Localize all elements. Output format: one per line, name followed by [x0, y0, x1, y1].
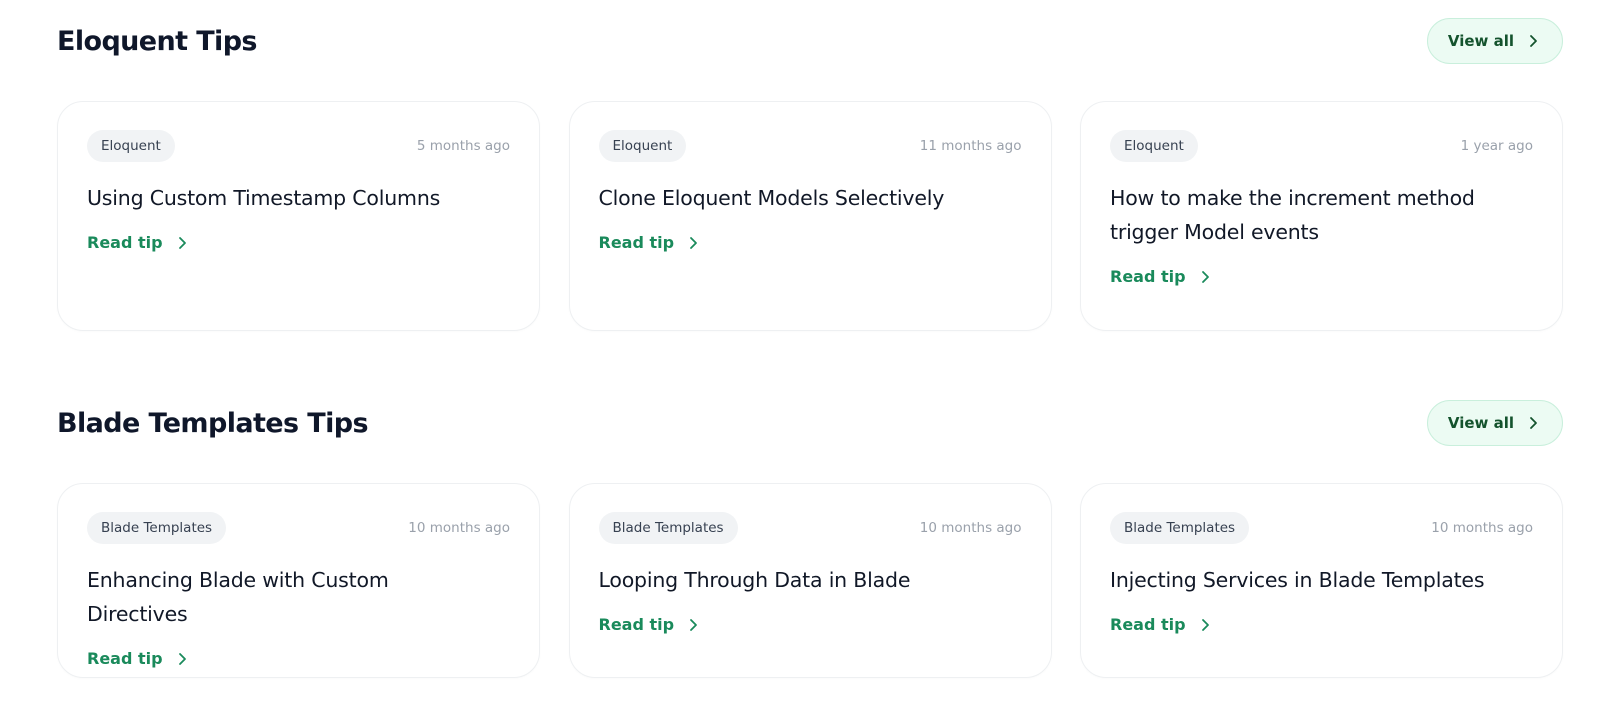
- tip-card[interactable]: Eloquent 1 year ago How to make the incr…: [1080, 101, 1563, 331]
- timestamp: 10 months ago: [408, 520, 510, 536]
- category-tag[interactable]: Blade Templates: [1110, 512, 1250, 544]
- read-tip-label: Read tip: [87, 649, 163, 668]
- read-tip-link[interactable]: Read tip: [599, 233, 701, 252]
- read-tip-link[interactable]: Read tip: [1110, 615, 1212, 634]
- category-tag[interactable]: Blade Templates: [598, 512, 738, 544]
- category-tag[interactable]: Eloquent: [598, 130, 687, 162]
- tip-title[interactable]: Looping Through Data in Blade: [599, 563, 1022, 597]
- chevron-right-icon: [1201, 618, 1209, 631]
- chevron-right-icon: [178, 652, 186, 665]
- section-header: Eloquent Tips View all: [57, 0, 1563, 82]
- tip-title[interactable]: Enhancing Blade with Custom Directives: [87, 563, 510, 631]
- view-all-button[interactable]: View all: [1426, 18, 1563, 64]
- tip-title[interactable]: Using Custom Timestamp Columns: [87, 181, 510, 215]
- view-all-button[interactable]: View all: [1426, 400, 1563, 446]
- chevron-right-icon: [690, 618, 697, 631]
- category-tag[interactable]: Eloquent: [1110, 130, 1198, 162]
- tip-card[interactable]: Blade Templates 10 months ago Looping Th…: [568, 483, 1052, 678]
- read-tip-link[interactable]: Read tip: [599, 615, 701, 634]
- section-title: Eloquent Tips: [57, 25, 258, 57]
- card-meta: Blade Templates 10 months ago: [1110, 512, 1533, 544]
- read-tip-link[interactable]: Read tip: [87, 233, 189, 252]
- category-tag[interactable]: Eloquent: [87, 130, 175, 162]
- read-tip-label: Read tip: [598, 233, 675, 252]
- timestamp: 10 months ago: [1431, 520, 1533, 536]
- chevron-right-icon: [178, 236, 186, 249]
- tip-title[interactable]: Injecting Services in Blade Templates: [1110, 563, 1533, 597]
- chevron-right-icon: [1530, 417, 1537, 429]
- timestamp: 10 months ago: [919, 520, 1022, 536]
- tip-card[interactable]: Blade Templates 10 months ago Enhancing …: [57, 483, 540, 678]
- timestamp: 1 year ago: [1460, 138, 1533, 154]
- read-tip-label: Read tip: [87, 233, 163, 252]
- chevron-right-icon: [1530, 35, 1537, 47]
- chevron-right-icon: [1201, 270, 1209, 283]
- eloquent-tips-section: Eloquent Tips View all Eloquent 5 months…: [57, 0, 1563, 331]
- tips-page: Eloquent Tips View all Eloquent 5 months…: [0, 0, 1600, 705]
- read-tip-label: Read tip: [1110, 615, 1186, 634]
- read-tip-label: Read tip: [598, 615, 675, 634]
- tip-card[interactable]: Eloquent 11 months ago Clone Eloquent Mo…: [568, 101, 1052, 331]
- view-all-label: View all: [1447, 414, 1514, 432]
- read-tip-link[interactable]: Read tip: [1110, 267, 1212, 286]
- card-meta: Eloquent 5 months ago: [87, 130, 510, 162]
- chevron-right-icon: [690, 236, 697, 249]
- tip-card[interactable]: Blade Templates 10 months ago Injecting …: [1080, 483, 1563, 678]
- card-meta: Blade Templates 10 months ago: [598, 512, 1022, 544]
- card-meta: Eloquent 11 months ago: [598, 130, 1022, 162]
- read-tip-link[interactable]: Read tip: [87, 649, 189, 668]
- card-meta: Eloquent 1 year ago: [1110, 130, 1533, 162]
- section-header: Blade Templates Tips View all: [57, 382, 1563, 464]
- tip-card[interactable]: Eloquent 5 months ago Using Custom Times…: [57, 101, 540, 331]
- card-meta: Blade Templates 10 months ago: [87, 512, 510, 544]
- timestamp: 5 months ago: [416, 138, 510, 154]
- tip-title[interactable]: How to make the increment method trigger…: [1110, 181, 1533, 249]
- blade-templates-tips-section: Blade Templates Tips View all Blade Temp…: [57, 382, 1563, 678]
- tip-cards: Eloquent 5 months ago Using Custom Times…: [57, 101, 1563, 331]
- category-tag[interactable]: Blade Templates: [87, 512, 227, 544]
- tip-title[interactable]: Clone Eloquent Models Selectively: [599, 181, 1022, 215]
- section-title: Blade Templates Tips: [57, 407, 369, 439]
- timestamp: 11 months ago: [919, 138, 1022, 154]
- view-all-label: View all: [1447, 32, 1514, 50]
- read-tip-label: Read tip: [1110, 267, 1186, 286]
- tip-cards: Blade Templates 10 months ago Enhancing …: [57, 483, 1563, 678]
